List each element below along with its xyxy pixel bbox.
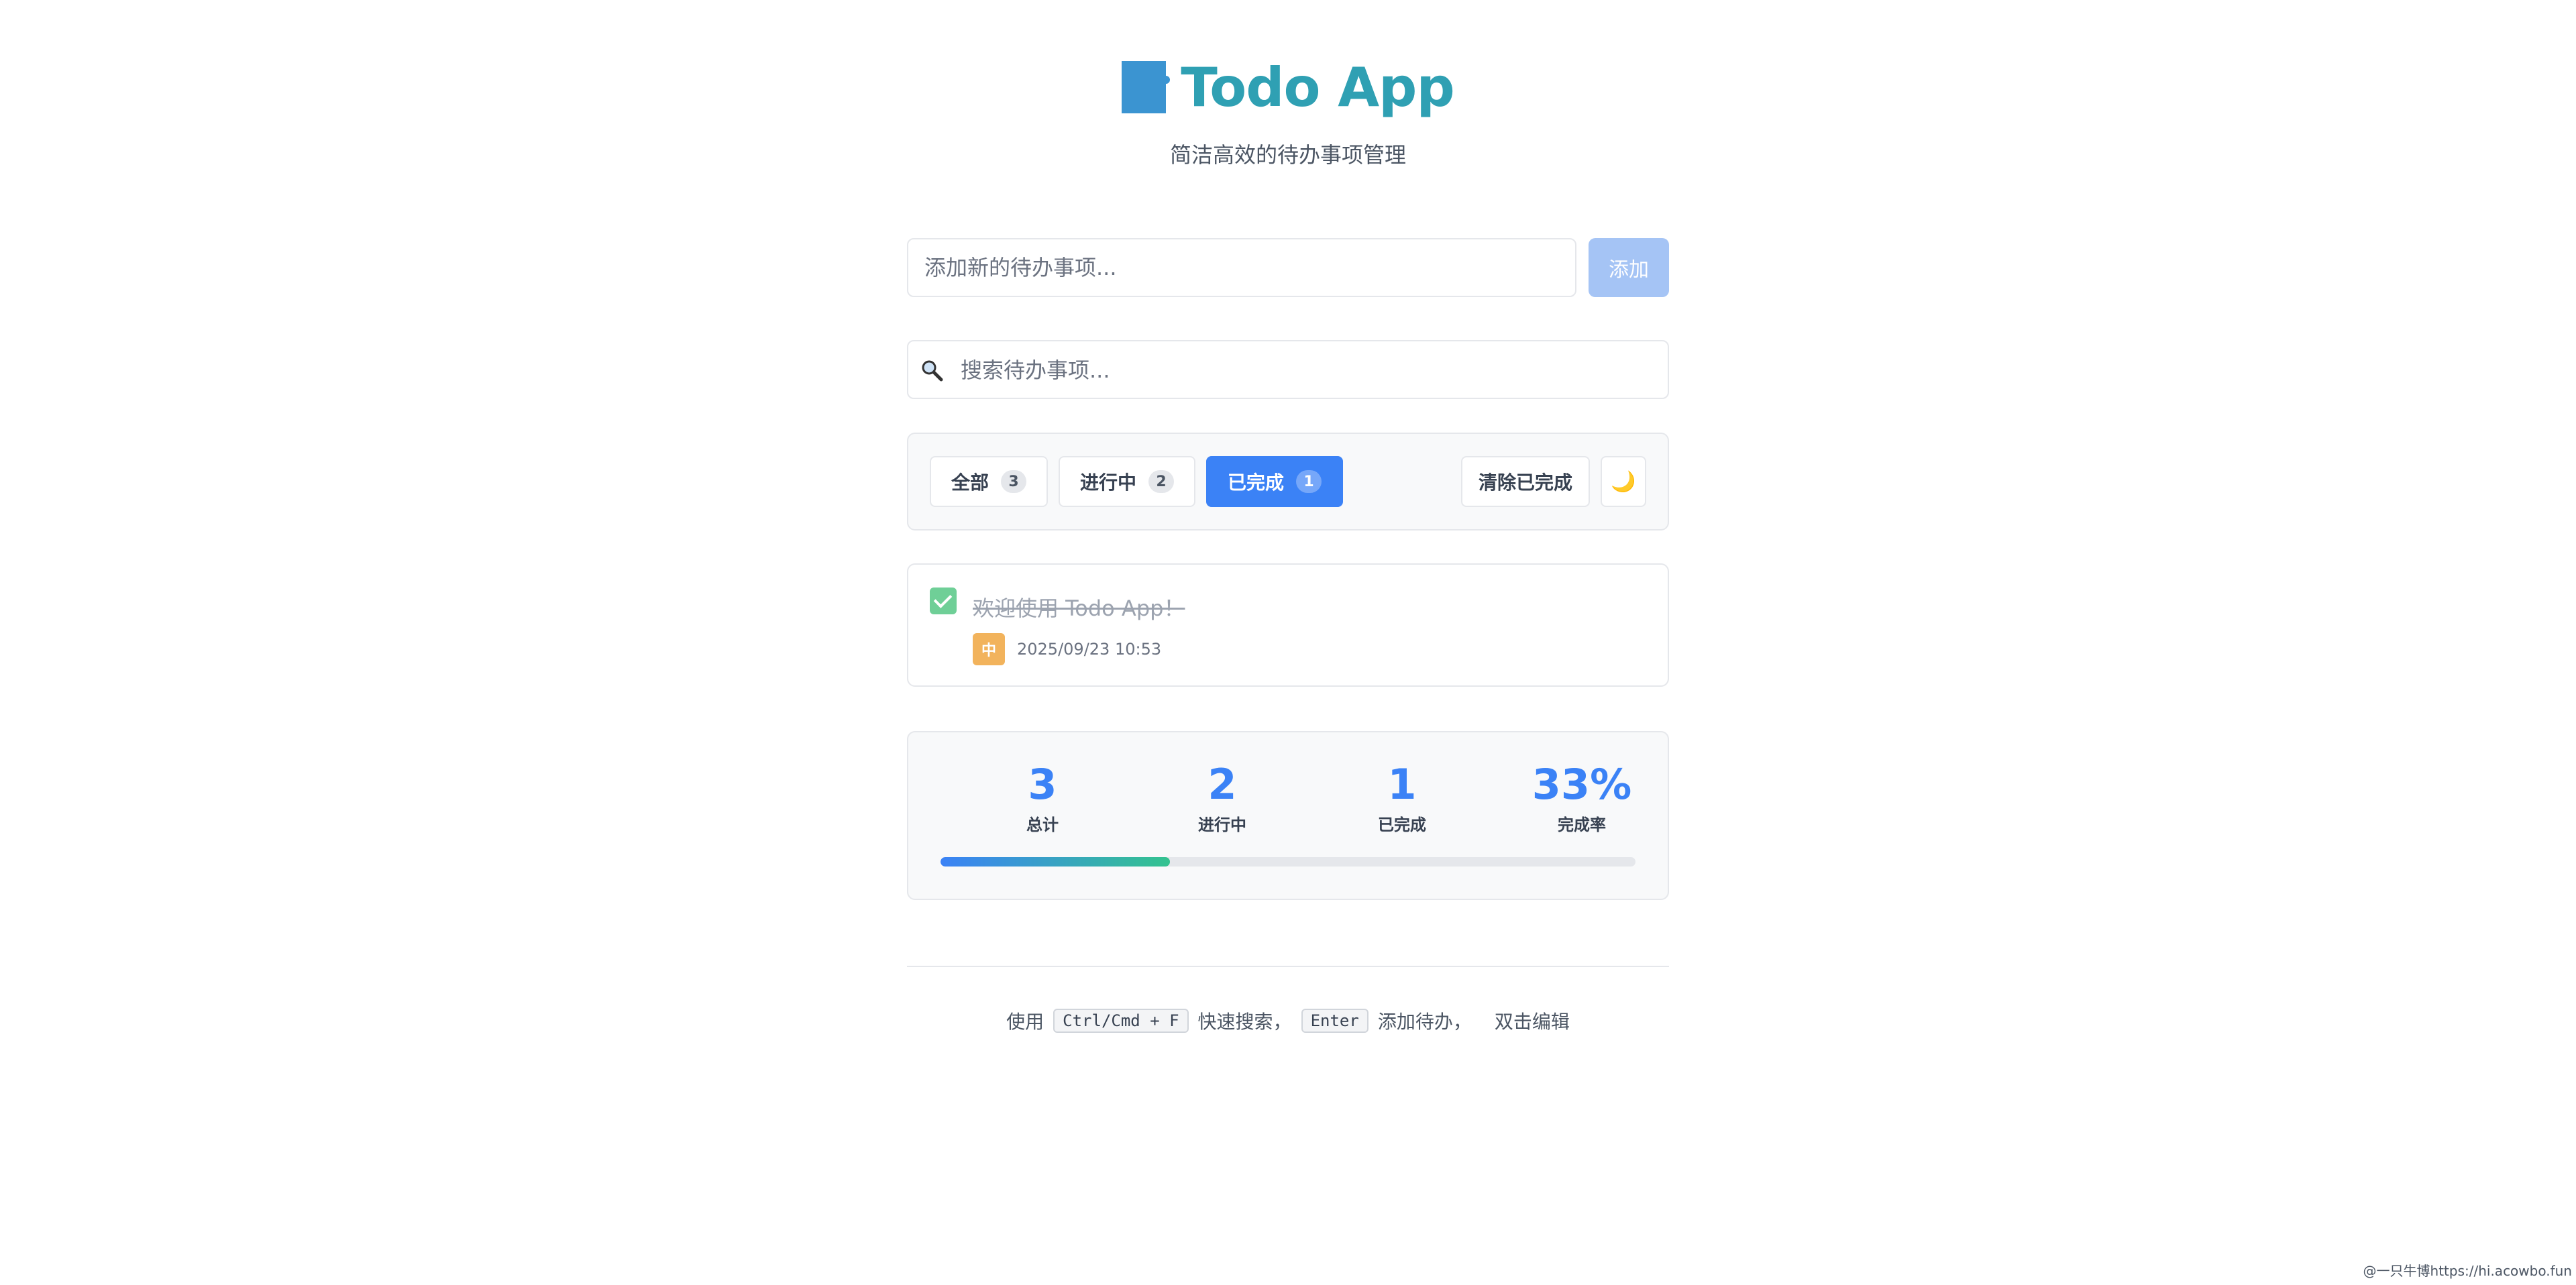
filter-all-button[interactable]: 全部 3 — [930, 456, 1049, 507]
moon-icon: 🌙 — [1611, 469, 1636, 494]
filter-active-count: 2 — [1148, 470, 1175, 493]
stat-total-value: 3 — [1028, 760, 1057, 809]
stat-active-label: 进行中 — [1198, 816, 1246, 834]
priority-badge: 中 — [973, 633, 1005, 665]
stat-active: 2 进行中 — [1132, 761, 1312, 835]
app-subtitle: 简洁高效的待办事项管理 — [1169, 142, 1406, 168]
stat-completed: 1 已完成 — [1312, 761, 1492, 835]
clear-completed-button[interactable]: 清除已完成 — [1460, 456, 1590, 507]
footer-divider — [907, 966, 1669, 967]
add-todo-form: 添加 — [907, 238, 1669, 297]
filter-completed-label: 已完成 — [1228, 471, 1285, 494]
search-input[interactable] — [959, 341, 1661, 399]
app-header: Todo App 简洁高效的待办事项管理 — [0, 56, 2576, 169]
shortcut-enter-key: Enter — [1301, 1009, 1368, 1033]
filter-completed-count: 1 — [1296, 470, 1322, 493]
hint-edit-text: 双击编辑 — [1494, 1011, 1570, 1033]
stat-rate-value: 33% — [1532, 760, 1632, 809]
todo-checkbox[interactable] — [930, 588, 957, 614]
shortcut-hints: 使用 Ctrl/Cmd + F 快速搜索， Enter 添加待办， 双击编辑 — [0, 1007, 2576, 1034]
app-title: Todo App — [1181, 56, 1454, 119]
hint-prefix: 使用 — [1006, 1011, 1044, 1033]
stats-panel: 3 总计 2 进行中 1 已完成 33% 完成率 — [907, 731, 1669, 900]
stat-completed-label: 已完成 — [1378, 816, 1426, 834]
add-todo-button[interactable]: 添加 — [1589, 238, 1669, 297]
stat-rate-label: 完成率 — [1558, 816, 1606, 834]
stat-completed-value: 1 — [1387, 760, 1417, 809]
search-section — [907, 340, 1669, 399]
filter-bar: 全部 3 进行中 2 已完成 1 清除已完成 🌙 — [907, 433, 1669, 530]
stat-total: 3 总计 — [953, 761, 1132, 835]
progress-bar — [941, 857, 1635, 867]
stat-rate: 33% 完成率 — [1492, 761, 1672, 835]
hint-search-text: 快速搜索， — [1197, 1011, 1292, 1033]
search-icon — [922, 360, 943, 382]
filter-active-button[interactable]: 进行中 2 — [1059, 456, 1196, 507]
stat-active-value: 2 — [1208, 760, 1237, 809]
stat-total-label: 总计 — [1026, 816, 1059, 834]
todo-app-page: Todo App 简洁高效的待办事项管理 添加 全部 3 进行中 2 已完成 1 — [0, 0, 2576, 1285]
filter-completed-button[interactable]: 已完成 1 — [1206, 456, 1344, 507]
todo-item[interactable]: 欢迎使用 Todo App！ 中 2025/09/23 10:53 — [907, 563, 1669, 687]
filter-all-count: 3 — [1001, 470, 1027, 493]
watermark: @一只牛博https://hi.acowbo.fun — [2363, 1263, 2572, 1279]
filter-all-label: 全部 — [951, 471, 989, 494]
title-row: Todo App — [0, 56, 2576, 119]
progress-fill — [941, 857, 1170, 867]
new-todo-input[interactable] — [907, 238, 1576, 297]
hint-add-text: 添加待办， — [1377, 1011, 1472, 1033]
filter-active-label: 进行中 — [1080, 471, 1137, 494]
shortcut-search-key: Ctrl/Cmd + F — [1053, 1009, 1189, 1033]
todo-timestamp: 2025/09/23 10:53 — [1017, 640, 1162, 659]
theme-toggle-button[interactable]: 🌙 — [1601, 456, 1646, 507]
square-logo-icon — [1122, 61, 1171, 113]
search-box[interactable] — [907, 340, 1669, 399]
todo-text[interactable]: 欢迎使用 Todo App！ — [973, 592, 1185, 622]
